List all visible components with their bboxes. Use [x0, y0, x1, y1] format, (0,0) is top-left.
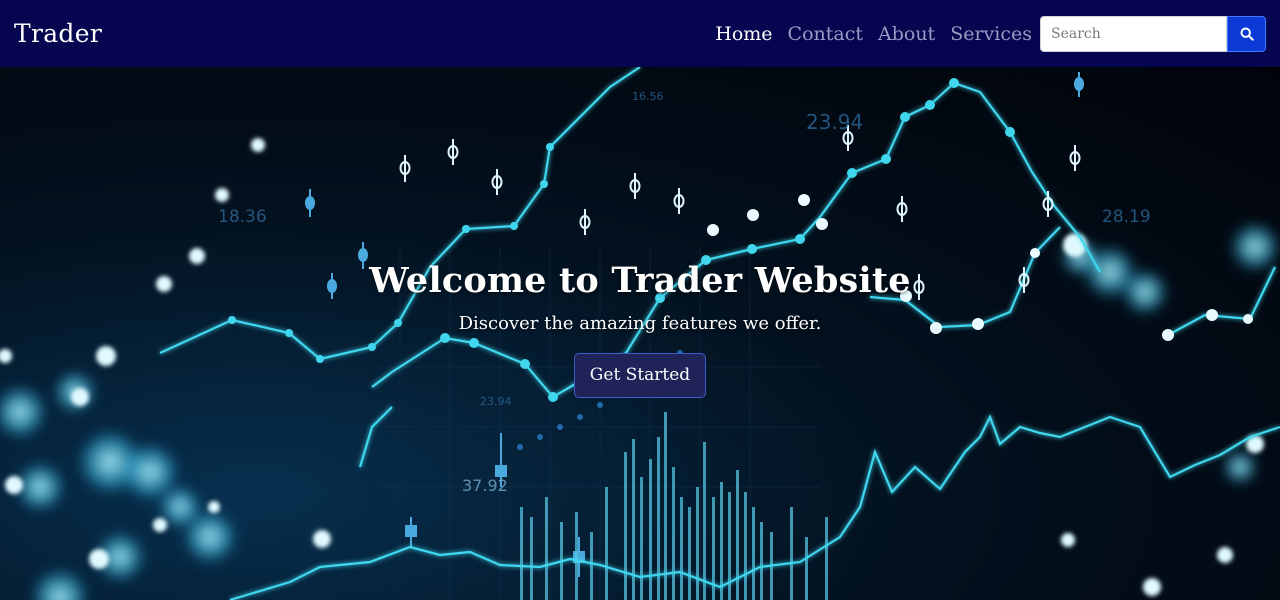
nav-link-about[interactable]: About — [878, 23, 935, 45]
search-button[interactable] — [1227, 15, 1266, 52]
search-icon — [1240, 27, 1254, 41]
navbar: Trader Home Contact About Services — [0, 0, 1280, 67]
brand-logo[interactable]: Trader — [14, 19, 102, 48]
nav-link-services[interactable]: Services — [950, 23, 1032, 45]
hero-section: 23.94 28.19 18.36 37.92 23.94 16.56 Welc… — [0, 67, 1280, 600]
get-started-button[interactable]: Get Started — [573, 353, 707, 398]
search-form — [1040, 15, 1266, 52]
hero-content: Welcome to Trader Website Discover the a… — [0, 67, 1280, 600]
hero-title: Welcome to Trader Website — [369, 260, 911, 301]
nav-link-home[interactable]: Home — [715, 23, 772, 45]
nav-links: Home Contact About Services — [715, 23, 1032, 45]
search-input[interactable] — [1040, 15, 1227, 52]
hero-subtitle: Discover the amazing features we offer. — [458, 313, 822, 334]
nav-link-contact[interactable]: Contact — [788, 23, 863, 45]
